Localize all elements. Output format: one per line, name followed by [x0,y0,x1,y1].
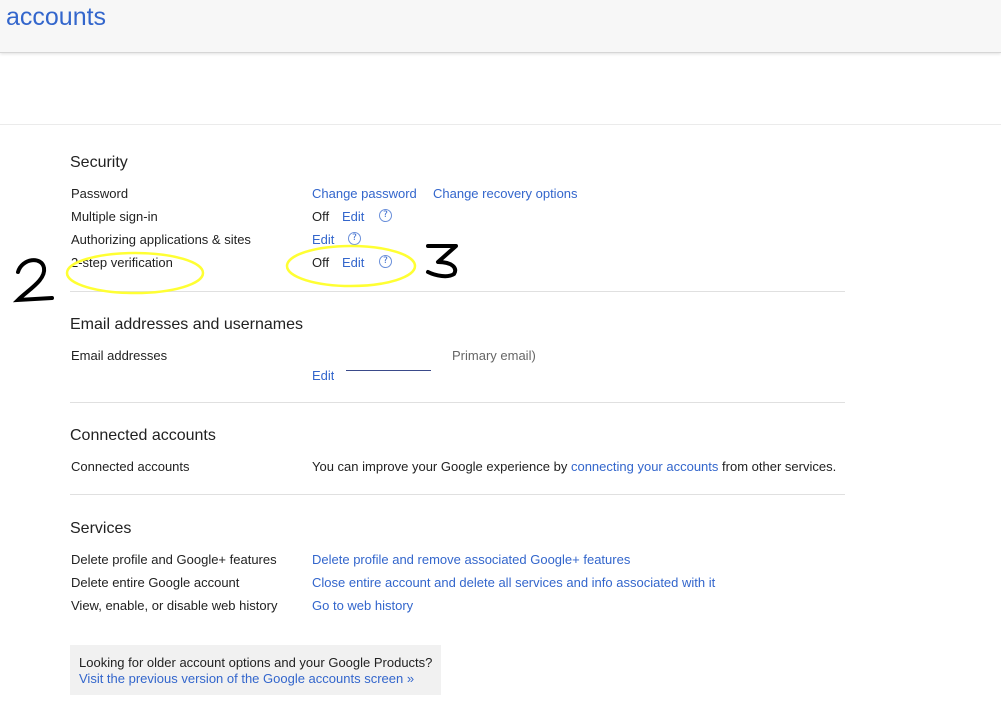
authorizing-label: Authorizing applications & sites [71,232,251,247]
help-icon[interactable]: ? [348,232,361,245]
multiple-signin-label: Multiple sign-in [71,209,158,224]
email-edit-link[interactable]: Edit [312,368,334,380]
web-history-link[interactable]: Go to web history [312,598,413,614]
web-history-label: View, enable, or disable web history [71,598,278,613]
delete-profile-link[interactable]: Delete profile and remove associated Goo… [312,552,630,568]
two-step-edit-link[interactable]: Edit [342,255,364,271]
connected-text-before: You can improve your Google experience b… [312,459,568,474]
older-options-question: Looking for older account options and yo… [79,655,433,670]
multiple-signin-status: Off [312,209,330,224]
change-password-link[interactable]: Change password [312,186,417,202]
header-separator [0,124,1001,125]
primary-email-note: Primary email) [452,348,536,363]
change-recovery-link[interactable]: Change recovery options [433,186,578,202]
help-icon[interactable]: ? [379,209,392,222]
help-icon[interactable]: ? [379,255,392,268]
previous-version-link[interactable]: Visit the previous version of the Google… [79,671,414,686]
email-addresses-label: Email addresses [71,348,168,363]
delete-account-label: Delete entire Google account [71,575,240,590]
two-step-label: 2-step verification [71,255,173,270]
connected-accounts-label: Connected accounts [71,459,190,474]
delete-profile-label: Delete profile and Google+ features [71,552,277,567]
connecting-accounts-link[interactable]: connecting your accounts [571,459,718,474]
two-step-status: Off [312,255,330,270]
section-divider [70,402,845,403]
top-bar: accounts [0,0,1001,53]
older-options-box: Looking for older account options and yo… [70,645,441,695]
app-title[interactable]: accounts [6,2,106,32]
section-title-services: Services [70,520,132,537]
section-divider [70,494,845,495]
close-account-link[interactable]: Close entire account and delete all serv… [312,575,715,591]
authorizing-edit-link[interactable]: Edit [312,232,334,248]
hand-drawn-digit-2 [12,258,54,303]
hand-drawn-digit-3 [426,244,458,279]
section-title-connected: Connected accounts [70,427,216,444]
section-divider [70,291,845,292]
redaction-line [346,370,431,371]
section-title-security: Security [70,154,128,171]
connected-accounts-text: You can improve your Google experience b… [312,459,836,475]
connected-text-after: from other services. [722,459,837,474]
multiple-signin-edit-link[interactable]: Edit [342,209,364,225]
password-label: Password [71,186,129,201]
section-title-email: Email addresses and usernames [70,316,304,333]
